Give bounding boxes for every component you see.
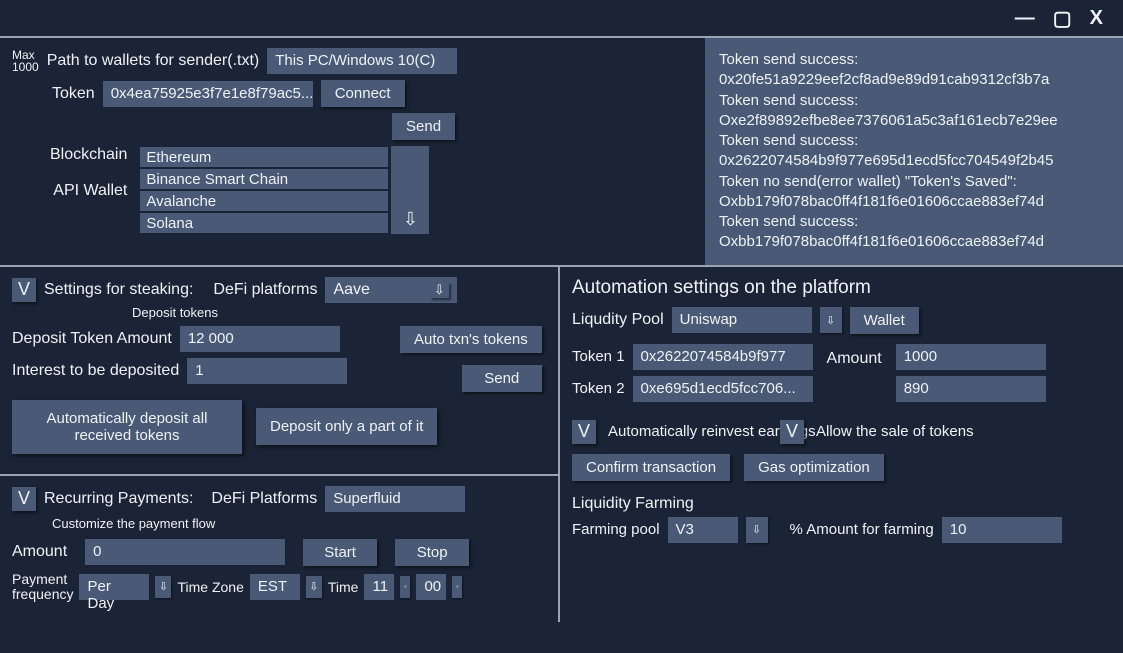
auto-txn-button[interactable]: Auto txn's tokens bbox=[400, 326, 542, 353]
recurring-checkbox[interactable]: V bbox=[12, 487, 36, 511]
start-button[interactable]: Start bbox=[303, 539, 377, 566]
liquidity-pool-label: Liqudity Pool bbox=[572, 311, 664, 329]
log-line: Token no send(error wallet) "Token's Sav… bbox=[719, 172, 1109, 192]
reinvest-label: Automatically reinvest earnings bbox=[608, 423, 768, 440]
log-line: 0x2622074584b9f977e695d1ecd5fcc704549f2b… bbox=[719, 151, 1109, 171]
pct-farming-label: % Amount for farming bbox=[790, 521, 934, 538]
farming-pool-select[interactable]: V3 bbox=[668, 517, 738, 543]
log-panel: Token send success: 0x20fe51a9229eef2cf8… bbox=[705, 38, 1123, 265]
minimize-button[interactable]: — bbox=[1015, 7, 1035, 30]
chevron-down-icon[interactable]: ⇩ bbox=[746, 517, 768, 543]
chevron-down-icon[interactable]: ⇩ bbox=[155, 576, 171, 598]
log-line: Token send success: bbox=[719, 131, 1109, 151]
token1-label: Token 1 bbox=[572, 348, 625, 365]
log-line: Token send success: bbox=[719, 212, 1109, 232]
farming-pool-label: Farming pool bbox=[572, 521, 660, 538]
liquidity-farming-title: Liquidity Farming bbox=[572, 495, 1111, 513]
allow-sale-checkbox[interactable]: V bbox=[780, 420, 804, 444]
time-hour-input[interactable]: 11 bbox=[364, 574, 394, 600]
maximize-button[interactable]: ▢ bbox=[1053, 6, 1072, 31]
defi-platforms-label: DeFi platforms bbox=[213, 281, 317, 299]
blockchain-label: Blockchain bbox=[50, 146, 127, 164]
max-label: Max 1000 bbox=[12, 49, 39, 73]
token1-input[interactable]: 0x2622074584b9f977 bbox=[633, 344, 813, 370]
chevron-down-icon[interactable] bbox=[391, 146, 429, 234]
staking-send-button[interactable]: Send bbox=[462, 365, 542, 392]
token2-input[interactable]: 0xe695d1ecd5fcc706... bbox=[633, 376, 813, 402]
log-line: Token send success: bbox=[719, 50, 1109, 70]
send-button[interactable]: Send bbox=[392, 113, 455, 140]
stepper-icon[interactable]: ◦ bbox=[400, 576, 410, 598]
token-input[interactable]: 0x4ea75925e3f7e1e8f79ac5... bbox=[103, 81, 313, 107]
recurring-panel: V Recurring Payments: DeFi Platforms Sup… bbox=[0, 474, 558, 623]
recurring-amount-input[interactable]: 0 bbox=[85, 539, 285, 565]
recurring-defi-select[interactable]: Superfluid bbox=[325, 486, 465, 512]
interest-input[interactable]: 1 bbox=[187, 358, 347, 384]
frequency-select[interactable]: Per Day bbox=[79, 574, 149, 600]
deposit-tokens-label: Deposit tokens bbox=[132, 305, 546, 320]
gas-optimization-button[interactable]: Gas optimization bbox=[744, 454, 884, 481]
defi-platform-value: Aave bbox=[333, 281, 369, 299]
amount2-input[interactable]: 890 bbox=[896, 376, 1046, 402]
staking-checkbox[interactable]: V bbox=[12, 278, 36, 302]
deposit-all-button[interactable]: Automatically deposit all received token… bbox=[12, 400, 242, 454]
stop-button[interactable]: Stop bbox=[395, 539, 469, 566]
log-line: Oxbb179f078bac0ff4f181f6e01606ccae883ef7… bbox=[719, 192, 1109, 212]
sender-panel: Max 1000 Path to wallets for sender(.txt… bbox=[0, 38, 705, 265]
chevron-down-icon[interactable]: ⇩ bbox=[430, 282, 449, 298]
recurring-amount-label: Amount bbox=[12, 543, 67, 561]
stepper-icon[interactable]: ◦ bbox=[452, 576, 462, 598]
automation-panel: Automation settings on the platform Liqu… bbox=[560, 265, 1123, 623]
allow-sale-label: Allow the sale of tokens bbox=[816, 423, 956, 440]
reinvest-checkbox[interactable]: V bbox=[572, 420, 596, 444]
frequency-label: Payment frequency bbox=[12, 572, 73, 603]
token2-label: Token 2 bbox=[572, 380, 625, 397]
pct-farming-input[interactable]: 10 bbox=[942, 517, 1062, 543]
chain-option[interactable]: Ethereum bbox=[139, 146, 389, 168]
recurring-defi-label: DeFi Platforms bbox=[211, 490, 317, 508]
window-titlebar: — ▢ X bbox=[0, 0, 1123, 36]
time-minute-input[interactable]: 00 bbox=[416, 574, 446, 600]
time-label: Time bbox=[328, 579, 359, 595]
timezone-label: Time Zone bbox=[177, 579, 243, 595]
recurring-title: Recurring Payments: bbox=[44, 490, 193, 508]
defi-platform-select[interactable]: Aave ⇩ bbox=[325, 277, 456, 303]
customize-label: Customize the payment flow bbox=[52, 516, 546, 531]
token-label: Token bbox=[52, 85, 95, 103]
interest-label: Interest to be deposited bbox=[12, 362, 179, 380]
deposit-amount-label: Deposit Token Amount bbox=[12, 330, 172, 348]
chain-option[interactable]: Solana bbox=[139, 212, 389, 234]
connect-button[interactable]: Connect bbox=[321, 80, 405, 107]
staking-title: Settings for steaking: bbox=[44, 281, 193, 299]
chain-option[interactable]: Avalanche bbox=[139, 190, 389, 212]
staking-panel: V Settings for steaking: DeFi platforms … bbox=[0, 265, 558, 474]
liquidity-pool-select[interactable]: Uniswap bbox=[672, 307, 812, 333]
wallet-button[interactable]: Wallet bbox=[850, 307, 919, 334]
log-line: Oxe2f89892efbe8ee7376061a5c3af161ecb7e29… bbox=[719, 111, 1109, 131]
chevron-down-icon[interactable]: ⇩ bbox=[820, 307, 842, 333]
confirm-transaction-button[interactable]: Confirm transaction bbox=[572, 454, 730, 481]
api-wallet-label: API Wallet bbox=[53, 182, 127, 200]
amount-label: Amount bbox=[827, 350, 882, 368]
close-button[interactable]: X bbox=[1090, 7, 1103, 30]
chain-option[interactable]: Binance Smart Chain bbox=[139, 168, 389, 190]
blockchain-listbox[interactable]: Ethereum Binance Smart Chain Avalanche S… bbox=[139, 146, 389, 234]
deposit-amount-input[interactable]: 12 000 bbox=[180, 326, 340, 352]
path-input[interactable]: This PC/Windows 10(C) bbox=[267, 48, 457, 74]
amount1-input[interactable]: 1000 bbox=[896, 344, 1046, 370]
deposit-part-button[interactable]: Deposit only a part of it bbox=[256, 408, 437, 445]
log-line: 0x20fe51a9229eef2cf8ad9e89d91cab9312cf3b… bbox=[719, 70, 1109, 90]
path-label: Path to wallets for sender(.txt) bbox=[47, 52, 260, 70]
log-line: Oxbb179f078bac0ff4f181f6e01606ccae883ef7… bbox=[719, 232, 1109, 252]
chevron-down-icon[interactable]: ⇩ bbox=[306, 576, 322, 598]
automation-title: Automation settings on the platform bbox=[572, 277, 1111, 299]
log-line: Token send success: bbox=[719, 91, 1109, 111]
timezone-select[interactable]: EST bbox=[250, 574, 300, 600]
